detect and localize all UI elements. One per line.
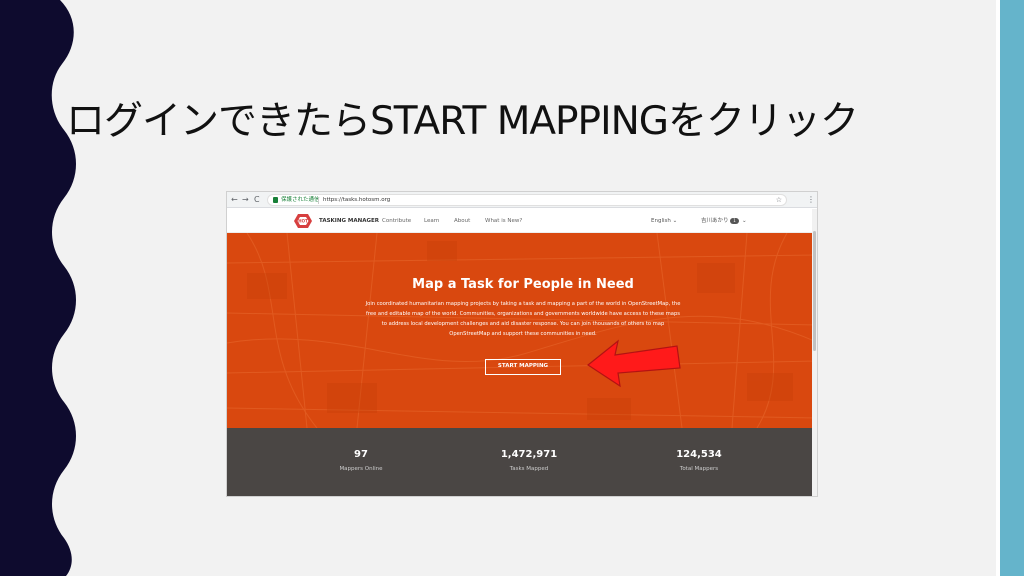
language-label: English [651, 218, 671, 224]
scroll-thumb[interactable] [813, 231, 816, 351]
nav-link-contribute[interactable]: Contribute [382, 209, 411, 233]
stat-value: 97 [354, 449, 368, 460]
slide-title: ログインできたらSTART MAPPINGをクリック [66, 99, 859, 144]
stats-bar: 97 Mappers Online 1,472,971 Tasks Mapped… [227, 428, 817, 496]
site-navbar: HOT TASKING MANAGER Contribute Learn Abo… [227, 209, 817, 233]
stat-value: 1,472,971 [500, 449, 558, 460]
user-name[interactable]: 吉川あかり [701, 209, 729, 233]
hero-title: Map a Task for People in Need [412, 277, 634, 292]
start-mapping-button[interactable]: START MAPPING [485, 359, 561, 375]
stat-label: Mappers Online [339, 466, 383, 472]
address-bar[interactable]: 保護された通信 https://tasks.hotosm.org ☆ [267, 194, 787, 206]
back-arrow-icon[interactable]: ← [231, 195, 238, 205]
stat-label: Tasks Mapped [509, 466, 549, 472]
browser-screenshot: ← → C 保護された通信 https://tasks.hotosm.org ☆… [226, 191, 818, 497]
kebab-menu-icon[interactable]: ⋮ [807, 195, 815, 205]
page-scrollbar[interactable] [812, 209, 817, 496]
language-select[interactable]: English ⌄ [651, 209, 677, 233]
forward-arrow-icon[interactable]: → [242, 195, 249, 205]
nav-link-learn[interactable]: Learn [424, 209, 439, 233]
chevron-down-icon[interactable]: ⌄ [742, 209, 747, 233]
stat-value: 124,534 [676, 449, 722, 460]
nav-link-about[interactable]: About [454, 209, 470, 233]
user-badge: 1 [730, 218, 739, 224]
stat-label: Total Mappers [679, 466, 719, 472]
reload-icon[interactable]: C [254, 195, 260, 205]
nav-link-whats-new[interactable]: What is New? [485, 209, 522, 233]
brand-name[interactable]: TASKING MANAGER [319, 209, 379, 233]
hero-description: Join coordinated humanitarian mapping pr… [365, 301, 681, 337]
address-divider [318, 197, 319, 204]
hot-logo-icon[interactable]: HOT [293, 213, 313, 229]
chevron-down-icon: ⌄ [672, 218, 678, 224]
red-arrow-icon [586, 339, 681, 388]
url-text: https://tasks.hotosm.org [323, 197, 391, 203]
star-icon[interactable]: ☆ [776, 195, 782, 206]
secure-label: 保護された通信 [281, 197, 320, 203]
browser-toolbar: ← → C 保護された通信 https://tasks.hotosm.org ☆… [227, 192, 817, 208]
hero-banner: Map a Task for People in Need Join coord… [227, 233, 817, 428]
lock-icon [273, 197, 278, 203]
logo-text: HOT [298, 219, 308, 224]
